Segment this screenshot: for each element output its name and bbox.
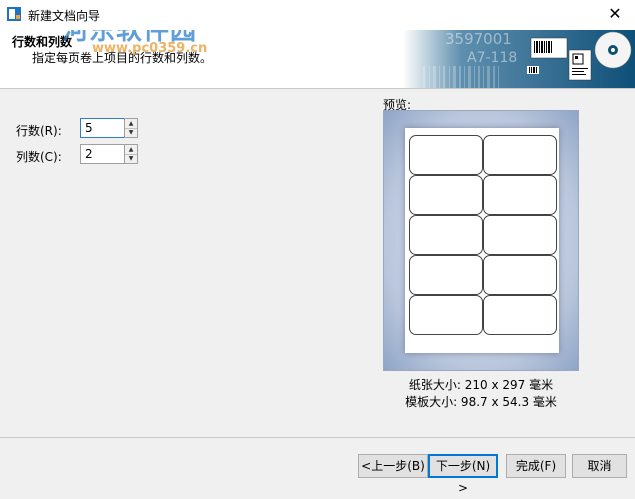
preview-label-cell — [409, 255, 483, 295]
footer-separator — [0, 437, 635, 438]
cols-spin-buttons[interactable]: ▲ ▼ — [124, 144, 138, 164]
rows-label: 行数(R): — [16, 124, 62, 138]
cancel-button[interactable]: 取消 — [572, 454, 627, 478]
watermark-url: www.pc0359.cn — [92, 41, 208, 56]
barcode-banner-image: 3597001 A7-118 — [403, 30, 635, 88]
close-button[interactable]: ✕ — [595, 0, 635, 28]
app-icon — [7, 7, 21, 21]
preview-paper — [405, 128, 559, 353]
preview-label-cell — [483, 175, 557, 215]
cols-spinbox[interactable]: ▲ ▼ — [80, 144, 138, 164]
preview-label-cell — [483, 135, 557, 175]
cols-input[interactable] — [80, 144, 125, 164]
preview-panel — [383, 110, 579, 371]
rows-down-arrow-icon[interactable]: ▼ — [125, 128, 137, 137]
cols-down-arrow-icon[interactable]: ▼ — [125, 154, 137, 163]
preview-label-cell — [409, 295, 483, 335]
close-icon: ✕ — [608, 4, 622, 23]
preview-label-cell — [483, 295, 557, 335]
title-bar: 新建文档向导 ✕ — [0, 0, 635, 30]
preview-label-cell — [483, 215, 557, 255]
preview-label-cell — [409, 215, 483, 255]
preview-label-cell — [409, 175, 483, 215]
preview-label-cell — [483, 255, 557, 295]
window-title: 新建文档向导 — [28, 9, 101, 23]
next-button[interactable]: 下一步(N) > — [428, 454, 498, 495]
banner-text-2: A7-118 — [467, 50, 517, 66]
cols-label: 列数(C): — [16, 150, 62, 164]
wizard-header: 行数和列数 指定每页卷上项目的行数和列数。 河东软件园 www.pc0359.c… — [0, 30, 635, 89]
rows-spinbox[interactable]: ▲ ▼ — [80, 118, 138, 138]
template-size-text: 模板大小: 98.7 x 54.3 毫米 — [405, 395, 557, 409]
rows-spin-buttons[interactable]: ▲ ▼ — [124, 118, 138, 138]
preview-label-cell — [409, 135, 483, 175]
paper-size-text: 纸张大小: 210 x 297 毫米 — [408, 378, 554, 392]
finish-button[interactable]: 完成(F) — [506, 454, 566, 478]
banner-text-1: 3597001 — [445, 30, 512, 48]
rows-input[interactable] — [80, 118, 125, 138]
back-button[interactable]: <上一步(B) — [358, 454, 428, 478]
